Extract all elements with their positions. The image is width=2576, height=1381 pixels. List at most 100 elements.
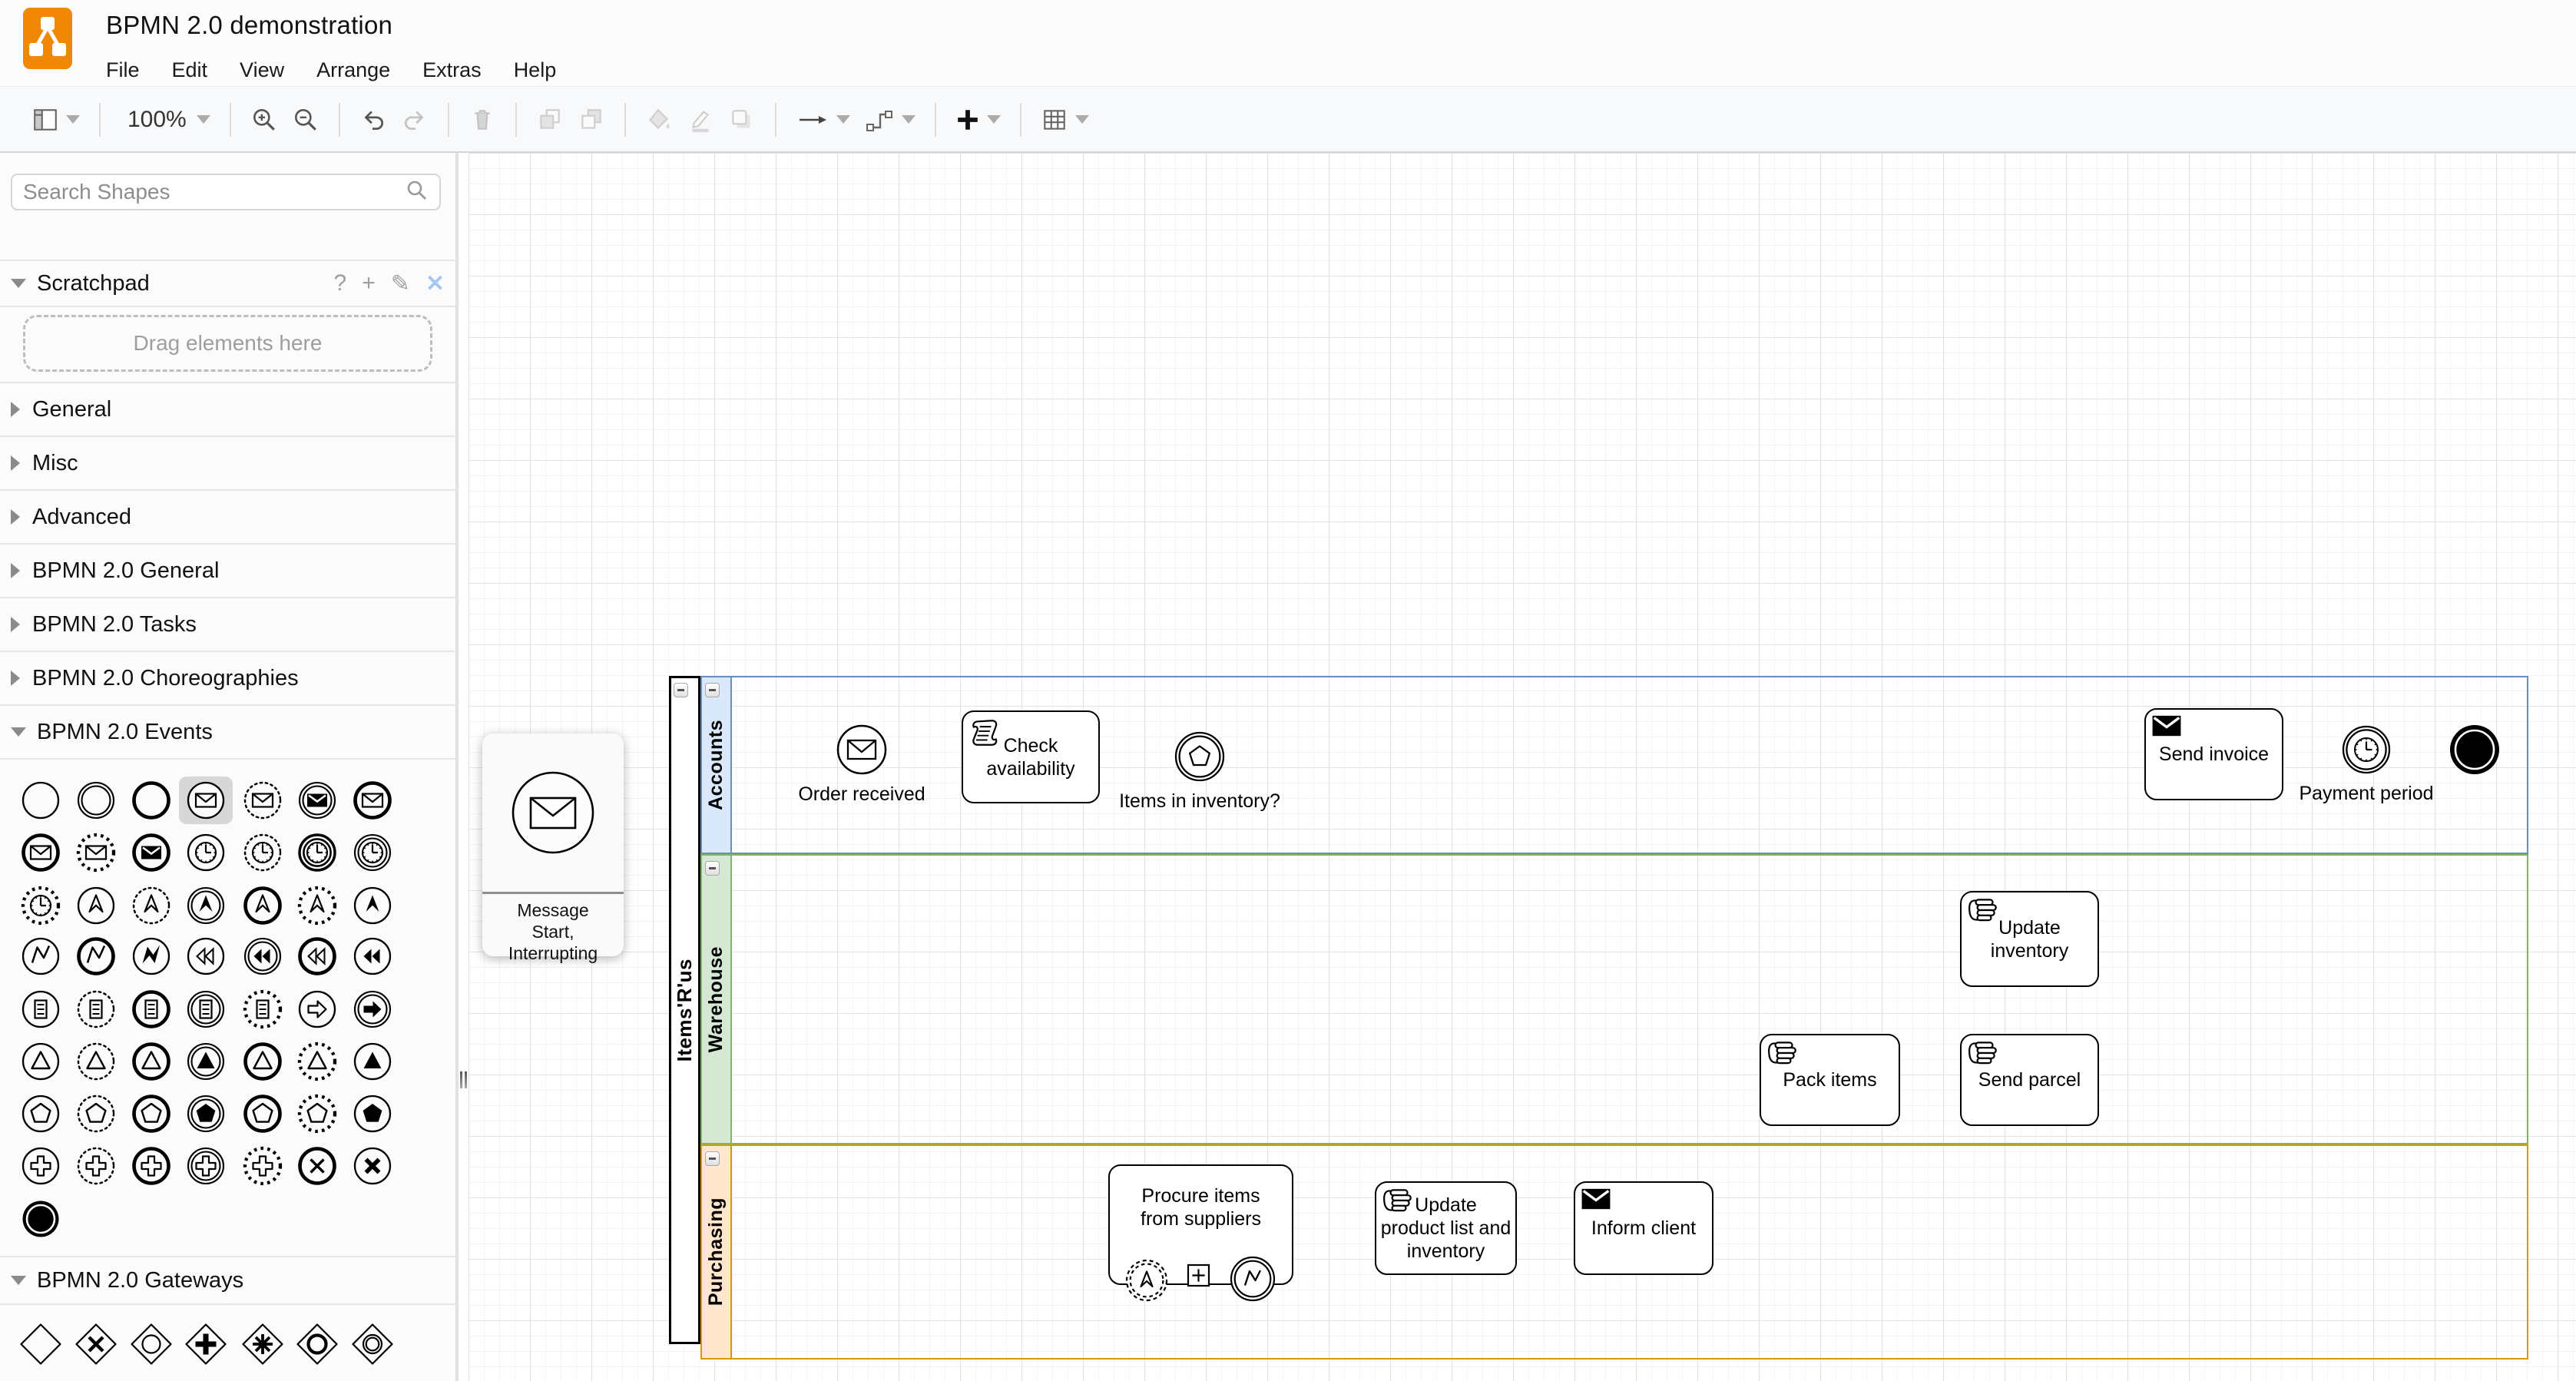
gateway-shape-plus-filled[interactable] — [179, 1320, 233, 1368]
order-received-event[interactable] — [836, 724, 888, 780]
payment-period-event[interactable] — [2341, 724, 2392, 779]
event-shape-thin-plus[interactable] — [14, 1142, 68, 1190]
shape-search[interactable] — [11, 174, 441, 210]
event-shape-thin-error-filled[interactable] — [124, 932, 178, 980]
menu-view[interactable]: View — [240, 58, 284, 82]
update-product-list-task[interactable]: Updateproduct list andinventory — [1375, 1181, 1517, 1275]
scratchpad-drop-zone[interactable]: Drag elements here — [23, 315, 432, 372]
items-in-inventory-event[interactable] — [1174, 730, 1226, 787]
event-shape-thin-rewind-filled[interactable] — [346, 932, 399, 980]
lane-collapse-button[interactable] — [705, 683, 720, 697]
table-button[interactable] — [1041, 106, 1089, 134]
event-shape-thickdouble-clock[interactable] — [290, 829, 344, 876]
section-bpmn-2-0-events[interactable]: BPMN 2.0 Events — [0, 704, 455, 758]
event-shape-thin-error[interactable] — [14, 932, 68, 980]
event-shape-double-pentagon-filled[interactable] — [179, 1090, 233, 1138]
subprocess-plus-icon[interactable] — [1187, 1263, 1210, 1291]
event-shape-double-escalation-filled[interactable] — [179, 882, 233, 929]
event-shape-thick-escalation[interactable] — [236, 882, 290, 929]
gateway-shape-circle-thick[interactable] — [290, 1320, 344, 1368]
lane-body-warehouse[interactable] — [730, 854, 2528, 1144]
section-bpmn-2-0-tasks[interactable]: BPMN 2.0 Tasks — [0, 597, 455, 651]
section-advanced[interactable]: Advanced — [0, 489, 455, 543]
event-shape-double-arrow-filled[interactable] — [346, 985, 399, 1033]
section-bpmn-gateways[interactable]: BPMN 2.0 Gateways — [0, 1256, 455, 1305]
scratchpad-close-icon[interactable]: ✕ — [425, 270, 445, 297]
menu-extras[interactable]: Extras — [422, 58, 482, 82]
menu-arrange[interactable]: Arrange — [316, 58, 390, 82]
event-shape-dotted-list[interactable] — [69, 985, 123, 1033]
lane-header-warehouse[interactable]: Warehouse — [700, 854, 732, 1144]
event-shape-thick-triangle[interactable] — [124, 1038, 178, 1085]
view-panels-button[interactable] — [31, 106, 80, 134]
escalation-boundary-icon[interactable] — [1124, 1258, 1169, 1306]
scratchpad-edit-icon[interactable]: ✎ — [391, 270, 410, 297]
event-shape-thin-envelope[interactable] — [179, 777, 233, 824]
event-shape-double-envelope-filled[interactable] — [290, 777, 344, 824]
lane-collapse-button[interactable] — [705, 1151, 720, 1166]
pack-items-task[interactable]: Pack items — [1760, 1034, 1900, 1126]
event-shape-thickdotted-pentagon[interactable] — [290, 1090, 344, 1138]
event-shape-thin-rewind[interactable] — [179, 932, 233, 980]
event-shape-thin-x-filled[interactable] — [346, 1142, 399, 1190]
event-shape-thin-escalation[interactable] — [69, 882, 123, 929]
scratchpad-add-icon[interactable]: + — [362, 270, 376, 296]
event-shape-thin-escalation-filled[interactable] — [346, 882, 399, 929]
section-bpmn-2-0-general[interactable]: BPMN 2.0 General — [0, 543, 455, 597]
event-shape-thin-pentagon[interactable] — [14, 1090, 68, 1138]
event-shape-thick-rewind[interactable] — [290, 932, 344, 980]
gateway-shape-circle-double[interactable] — [346, 1320, 399, 1368]
event-shape-dotted-triangle[interactable] — [69, 1038, 123, 1085]
event-shape-thin-triangle-filled[interactable] — [346, 1038, 399, 1085]
send-parcel-task[interactable]: Send parcel — [1960, 1034, 2099, 1126]
insert-button[interactable] — [955, 108, 1001, 132]
gateway-shape-x[interactable] — [69, 1320, 123, 1368]
event-shape-double-list[interactable] — [179, 985, 233, 1033]
lane-header-purchasing[interactable]: Purchasing — [700, 1144, 732, 1359]
inform-client-task[interactable]: Inform client — [1574, 1181, 1713, 1275]
event-shape-double-clock[interactable] — [346, 829, 399, 876]
event-shape-thin-triangle[interactable] — [14, 1038, 68, 1085]
event-shape-thick-envelope[interactable] — [14, 829, 68, 876]
event-shape-thick-error[interactable] — [69, 932, 123, 980]
event-shape-double-none[interactable] — [69, 777, 123, 824]
undo-button[interactable] — [359, 106, 387, 134]
event-shape-dotted-plus[interactable] — [69, 1142, 123, 1190]
process-end-event[interactable] — [2448, 723, 2502, 780]
event-shape-terminate-none[interactable] — [14, 1195, 68, 1243]
zoom-in-button[interactable] — [250, 106, 278, 134]
event-shape-thin-clock[interactable] — [179, 829, 233, 876]
scratchpad-header[interactable]: Scratchpad ? + ✎ ✕ — [0, 260, 455, 307]
zoom-level-button[interactable]: 100% — [120, 107, 210, 133]
section-misc[interactable]: Misc — [0, 435, 455, 489]
event-shape-thick-list[interactable] — [124, 985, 178, 1033]
event-shape-thickdotted-escalation[interactable] — [290, 882, 344, 929]
pool-collapse-button[interactable] — [674, 683, 688, 697]
update-inventory-task[interactable]: Updateinventory — [1960, 891, 2099, 987]
event-shape-double-triangle-filled[interactable] — [179, 1038, 233, 1085]
menu-file[interactable]: File — [106, 58, 140, 82]
event-shape-thickdotted-clock[interactable] — [14, 882, 68, 929]
gateway-shape-none[interactable] — [14, 1320, 68, 1368]
event-shape-thick-envelope-filled[interactable] — [124, 829, 178, 876]
event-shape-thick-none[interactable] — [124, 777, 178, 824]
event-shape-thin-pentagon-filled[interactable] — [346, 1090, 399, 1138]
event-shape-dotted-envelope[interactable] — [236, 777, 290, 824]
section-bpmn-2-0-choreographies[interactable]: BPMN 2.0 Choreographies — [0, 651, 455, 704]
diagram-canvas[interactable]: Items'R'usAccountsWarehousePurchasingOrd… — [469, 153, 2576, 1381]
sidebar-resize-handle[interactable] — [460, 1071, 468, 1088]
event-shape-thin-none[interactable] — [14, 777, 68, 824]
section-general[interactable]: General — [0, 382, 455, 435]
connection-button[interactable] — [796, 109, 850, 131]
event-shape-thick-envelope[interactable] — [346, 777, 399, 824]
pool-items-r-us[interactable]: Items'R'us — [669, 676, 700, 1344]
menu-edit[interactable]: Edit — [172, 58, 208, 82]
event-shape-thin-arrow[interactable] — [290, 985, 344, 1033]
event-shape-thickdotted-envelope[interactable] — [69, 829, 123, 876]
waypoints-button[interactable] — [864, 107, 916, 133]
event-shape-double-rewind-filled[interactable] — [236, 932, 290, 980]
scratchpad-help-icon[interactable]: ? — [334, 270, 347, 296]
event-shape-thick-triangle[interactable] — [236, 1038, 290, 1085]
event-shape-thick-x[interactable] — [290, 1142, 344, 1190]
zoom-out-button[interactable] — [292, 106, 320, 134]
